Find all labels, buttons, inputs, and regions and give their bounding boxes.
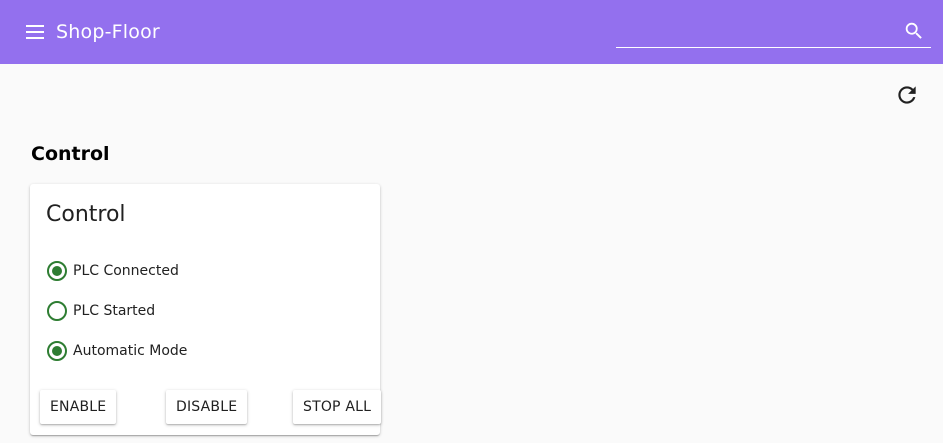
- enable-button[interactable]: ENABLE: [40, 390, 117, 424]
- disable-button[interactable]: DISABLE: [166, 390, 248, 424]
- status-radio: [47, 261, 67, 281]
- control-card: Control PLC Connected PLC Started Automa…: [30, 184, 382, 435]
- card-title: Control: [46, 202, 126, 227]
- status-radio: [47, 341, 67, 361]
- menu-icon-bar: [26, 25, 44, 27]
- section-heading: Control: [31, 143, 110, 165]
- status-plc-connected[interactable]: PLC Connected: [47, 260, 179, 282]
- status-label: PLC Connected: [73, 263, 179, 279]
- app-bar: Shop-Floor: [0, 0, 943, 64]
- search-icon[interactable]: [903, 20, 925, 42]
- menu-icon[interactable]: [20, 17, 50, 47]
- stop-all-button[interactable]: STOP ALL: [293, 390, 382, 424]
- status-label: Automatic Mode: [73, 343, 188, 359]
- status-radio: [47, 301, 67, 321]
- status-plc-started[interactable]: PLC Started: [47, 300, 155, 322]
- status-label: PLC Started: [73, 303, 156, 319]
- search-input[interactable]: [616, 18, 931, 48]
- refresh-icon[interactable]: [894, 82, 920, 108]
- menu-icon-bar: [26, 37, 44, 39]
- status-automatic-mode[interactable]: Automatic Mode: [47, 340, 187, 362]
- menu-icon-bar: [26, 31, 44, 33]
- app-title: Shop-Floor: [56, 21, 160, 43]
